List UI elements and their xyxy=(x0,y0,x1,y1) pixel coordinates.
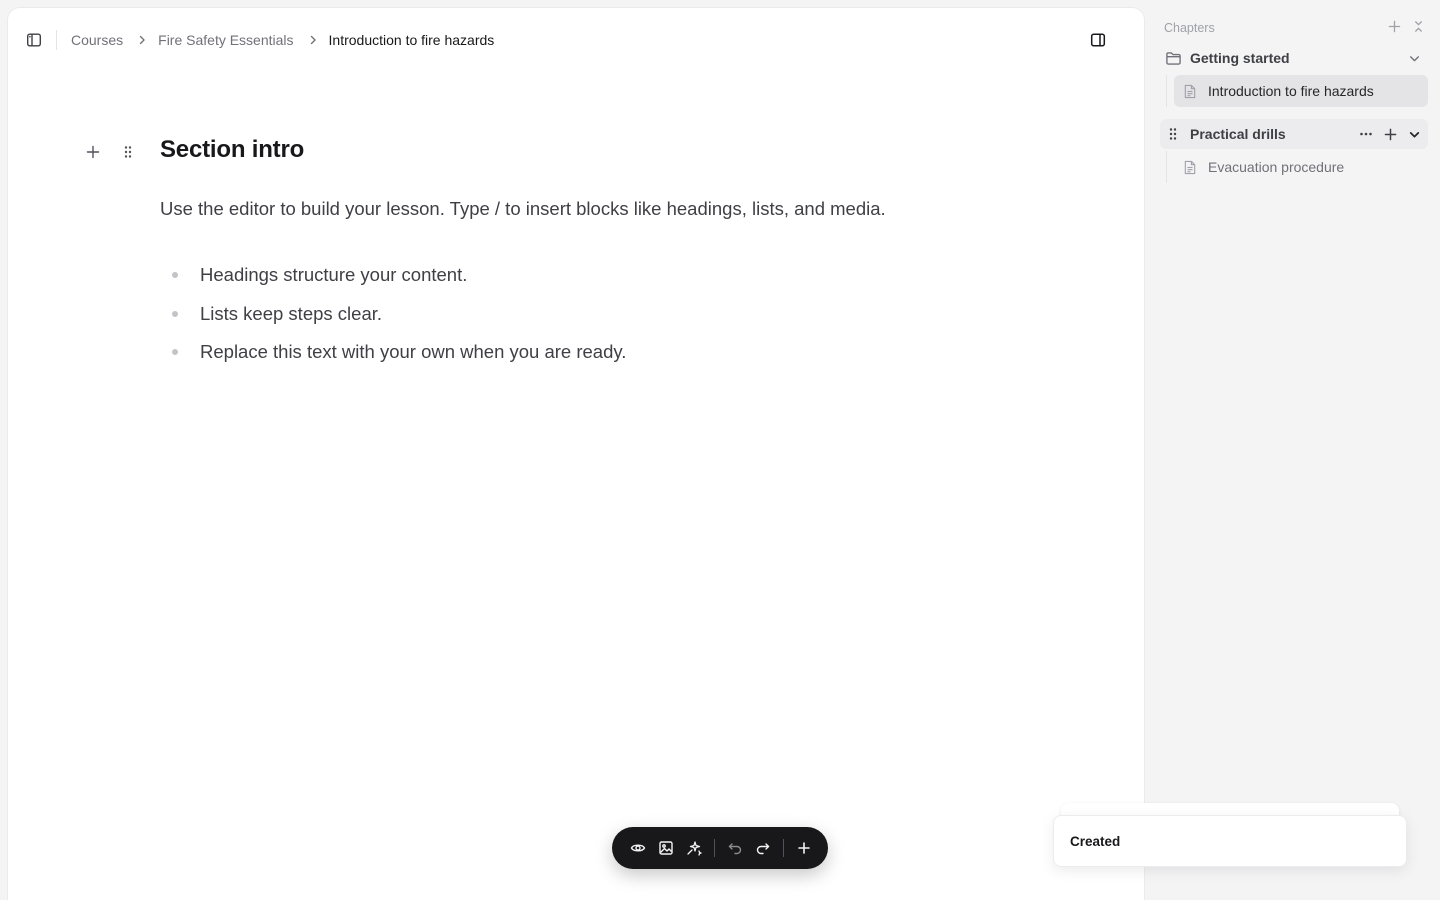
plus-icon[interactable] xyxy=(1380,124,1400,144)
chapter-item-label: Evacuation procedure xyxy=(1208,159,1345,175)
chapter-group-label: Getting started xyxy=(1190,50,1290,66)
sparkles-icon xyxy=(687,841,702,856)
chapter-group-practical-drills[interactable]: Practical drills xyxy=(1160,119,1428,149)
file-text-icon xyxy=(1180,81,1200,101)
toast-notification[interactable]: Created xyxy=(1053,815,1407,867)
breadcrumb-courses[interactable]: Courses xyxy=(71,32,123,48)
chapters-sidebar: Chapters Getting started Introduction to… xyxy=(1152,0,1440,900)
breadcrumb-course[interactable]: Fire Safety Essentials xyxy=(158,32,293,48)
breadcrumb-current-page: Introduction to fire hazards xyxy=(328,32,495,48)
add-chapter-button[interactable] xyxy=(1384,16,1404,36)
image-icon xyxy=(659,841,673,855)
bullet-list: Headings structure your content. Lists k… xyxy=(160,262,626,378)
chapter-item-evacuation[interactable]: Evacuation procedure xyxy=(1174,151,1428,183)
tree-guide-line xyxy=(1166,75,1167,107)
ai-assist-button[interactable] xyxy=(680,834,708,862)
drag-handle[interactable] xyxy=(120,143,136,161)
insert-image-button[interactable] xyxy=(652,834,680,862)
toast-message: Created xyxy=(1070,833,1121,849)
list-item[interactable]: Replace this text with your own when you… xyxy=(160,339,626,378)
plus-icon xyxy=(1388,20,1400,32)
chevron-right-icon xyxy=(136,34,148,46)
preview-button[interactable] xyxy=(624,834,652,862)
chapter-group-getting-started[interactable]: Getting started xyxy=(1160,43,1428,73)
sidebar-header: Chapters xyxy=(1164,19,1428,37)
right-panel-toggle-button[interactable] xyxy=(1084,26,1112,54)
editor-panel: Courses Fire Safety Essentials Introduct… xyxy=(8,8,1144,900)
more-horizontal-icon[interactable] xyxy=(1356,124,1376,144)
chapter-item-introduction[interactable]: Introduction to fire hazards xyxy=(1174,75,1428,107)
add-button[interactable] xyxy=(790,834,818,862)
sidebar-right-icon xyxy=(1090,33,1106,47)
chevron-down-icon[interactable] xyxy=(1404,124,1424,144)
section-heading[interactable]: Section intro xyxy=(160,136,304,164)
plus-icon xyxy=(86,145,100,159)
grip-vertical-icon[interactable] xyxy=(1162,123,1184,145)
intro-paragraph[interactable]: Use the editor to build your lesson. Typ… xyxy=(160,196,886,222)
editor-topbar: Courses Fire Safety Essentials Introduct… xyxy=(8,8,1144,72)
chevrons-collapse-icon xyxy=(1414,20,1422,32)
list-item[interactable]: Headings structure your content. xyxy=(160,262,626,301)
breadcrumb: Courses Fire Safety Essentials Introduct… xyxy=(71,29,494,51)
grip-vertical-icon xyxy=(124,146,132,158)
chevron-down-icon[interactable] xyxy=(1404,48,1424,68)
list-item[interactable]: Lists keep steps clear. xyxy=(160,301,626,340)
undo-icon xyxy=(728,843,742,855)
chapter-item-label: Introduction to fire hazards xyxy=(1208,83,1374,99)
sidebar-toggle-button[interactable] xyxy=(20,26,48,54)
floating-toolbar xyxy=(612,827,828,869)
redo-icon xyxy=(756,843,770,855)
file-text-icon xyxy=(1180,157,1200,177)
plus-icon xyxy=(798,842,810,854)
redo-button[interactable] xyxy=(749,834,777,862)
toolbar-divider xyxy=(714,839,715,857)
tree-guide-line xyxy=(1166,151,1167,183)
topbar-divider xyxy=(56,30,57,50)
add-block-button[interactable] xyxy=(84,143,102,161)
toolbar-divider xyxy=(783,839,784,857)
sidebar-title: Chapters xyxy=(1164,21,1215,35)
sidebar-left-icon xyxy=(27,33,42,47)
collapse-all-button[interactable] xyxy=(1408,16,1428,36)
folder-icon xyxy=(1162,47,1184,69)
chevron-right-icon xyxy=(307,34,319,46)
undo-button[interactable] xyxy=(721,834,749,862)
chapter-group-label: Practical drills xyxy=(1190,126,1286,142)
eye-icon xyxy=(630,844,646,852)
